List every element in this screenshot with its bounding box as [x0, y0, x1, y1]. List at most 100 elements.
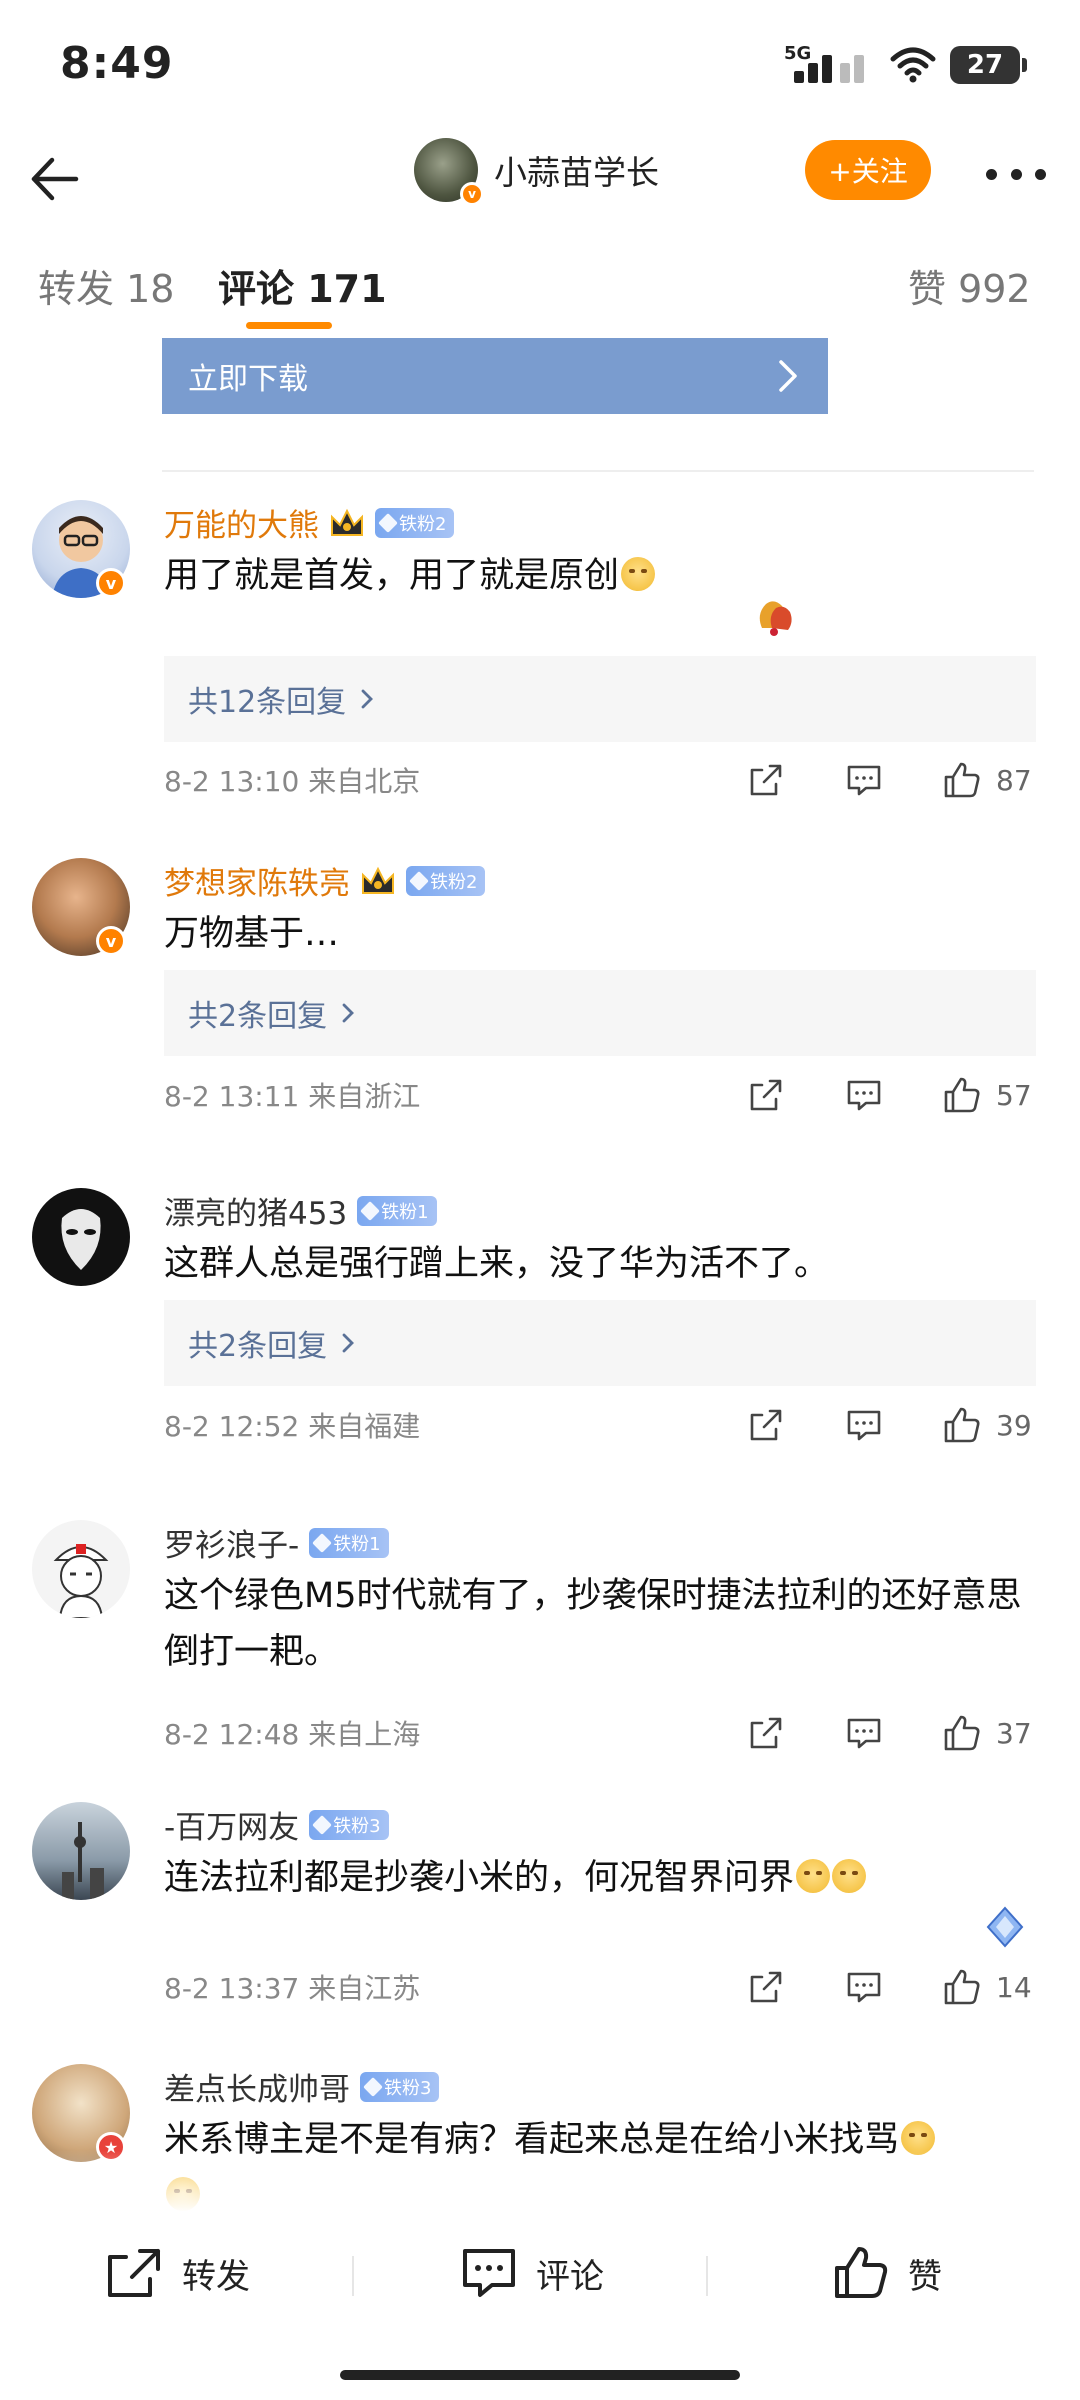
comment-item: v 万能的大熊 铁粉2 用了就是首发，用了就是原创 共12条回复 8-2 13:… — [0, 500, 1080, 820]
share-icon[interactable] — [746, 1713, 786, 1753]
gem-icon — [312, 1532, 333, 1553]
divider — [706, 2256, 708, 2296]
tab-repost[interactable]: 转发 18 — [38, 258, 174, 313]
signal-icon: 5G — [784, 43, 876, 87]
banner-label: 立即下载 — [188, 362, 308, 397]
comment-text: 这群人总是强行蹭上来，没了华为活不了。 — [164, 1244, 830, 1284]
comment-actions: 87 — [688, 755, 1036, 805]
author-avatar[interactable]: v — [414, 138, 484, 206]
comment-time-location: 8-2 13:11 来自浙江 — [164, 1080, 421, 1113]
comment-actions: 39 — [688, 1400, 1036, 1450]
share-icon[interactable] — [746, 1075, 786, 1115]
verified-icon: v — [460, 182, 484, 206]
fan-badge: 铁粉3 — [309, 1809, 389, 1840]
share-icon[interactable] — [746, 760, 786, 800]
battery-icon: 27 — [950, 46, 1027, 84]
comment-text: 连法拉利都是抄袭小米的，何况智界问界 — [164, 1850, 1044, 1906]
active-tab-indicator — [246, 322, 332, 329]
doge-emoji-icon — [621, 557, 656, 591]
replies-link[interactable]: 共2条回复 — [164, 970, 1036, 1056]
like-count: 87 — [996, 763, 1032, 797]
comment-username[interactable]: 万能的大熊 — [164, 500, 319, 545]
gem-icon — [409, 870, 429, 891]
like-icon[interactable] — [942, 1075, 982, 1115]
gem-icon — [363, 2076, 383, 2097]
comment-item: 漂亮的猪453 铁粉1 这群人总是强行蹭上来，没了华为活不了。 共2条回复 8-… — [0, 1188, 1080, 1488]
fan-badge: 铁粉2 — [375, 507, 455, 538]
comment-text: 用了就是首发，用了就是原创 — [164, 548, 1044, 604]
comment-icon[interactable] — [844, 1405, 884, 1445]
status-time: 8:49 — [60, 38, 174, 89]
comment-meta: 8-2 13:10 来自北京 87 — [164, 755, 1036, 805]
user-avatar[interactable] — [32, 1188, 130, 1286]
verified-icon: v — [96, 926, 126, 956]
status-bar: 8:49 5G 27 — [0, 0, 1080, 130]
like-count: 57 — [996, 1078, 1032, 1112]
chevron-right-icon — [342, 1333, 355, 1353]
like-icon[interactable] — [942, 1405, 982, 1445]
repost-button[interactable]: 转发 — [104, 2238, 250, 2308]
repost-label: 转发 — [182, 2256, 250, 2297]
comment-icon[interactable] — [844, 1967, 884, 2007]
status-icons: 5G 27 — [784, 40, 1027, 90]
comment-meta: 8-2 12:48 来自上海 37 — [164, 1708, 1036, 1758]
comment-author-row: 漂亮的猪453 铁粉1 — [164, 1188, 437, 1233]
home-indicator[interactable] — [340, 2370, 740, 2380]
comment-actions: 57 — [688, 1070, 1036, 1120]
crown-icon — [362, 866, 394, 894]
comment-username[interactable]: 差点长成帅哥 — [164, 2064, 350, 2109]
replies-link[interactable]: 共12条回复 — [164, 656, 1036, 742]
post-header: v 小蒜苗学长 +关注 — [0, 130, 1080, 230]
back-arrow-icon[interactable] — [24, 144, 94, 214]
comment-text: 这个绿色M5时代就有了，抄袭保时捷法拉利的还好意思倒打一耙。 — [164, 1576, 1022, 1672]
more-options-icon[interactable] — [986, 154, 1046, 194]
verified-icon: v — [96, 568, 126, 598]
share-icon — [108, 2249, 160, 2297]
post-tabs: 转发 18 评论 171 赞 992 — [0, 240, 1080, 340]
tab-likes[interactable]: 赞 992 — [908, 258, 1031, 313]
like-icon[interactable] — [942, 760, 982, 800]
download-banner[interactable]: 立即下载 — [162, 338, 828, 414]
comment-icon[interactable] — [844, 1075, 884, 1115]
comment-icon[interactable] — [844, 760, 884, 800]
like-count: 14 — [996, 1970, 1032, 2004]
like-icon[interactable] — [942, 1713, 982, 1753]
gem-icon — [360, 1200, 381, 1221]
author-info[interactable]: v 小蒜苗学长 — [414, 138, 659, 206]
comment-author-row: 万能的大熊 铁粉2 — [164, 500, 455, 545]
doge-emoji-icon — [796, 1859, 831, 1893]
like-count: 39 — [996, 1408, 1032, 1442]
like-count: 37 — [996, 1716, 1032, 1750]
comment-time-location: 8-2 13:10 来自北京 — [164, 765, 421, 798]
author-name[interactable]: 小蒜苗学长 — [494, 146, 659, 194]
follow-button[interactable]: +关注 — [805, 140, 931, 200]
comment-time-location: 8-2 12:48 来自上海 — [164, 1718, 421, 1751]
bell-decoration-icon — [759, 601, 792, 636]
share-icon[interactable] — [746, 1967, 786, 2007]
fan-badge: 铁粉2 — [406, 865, 486, 896]
comment-icon[interactable] — [844, 1713, 884, 1753]
fan-badge: 铁粉1 — [309, 1527, 389, 1558]
comment-meta: 8-2 12:52 来自福建 39 — [164, 1400, 1036, 1450]
replies-count: 共2条回复 — [188, 999, 328, 1034]
replies-count: 共2条回复 — [188, 1329, 328, 1364]
tab-comments[interactable]: 评论 171 — [218, 258, 387, 313]
gem-icon — [312, 1814, 333, 1835]
like-icon[interactable] — [942, 1967, 982, 2007]
replies-count: 共12条回复 — [188, 685, 347, 720]
comment-username[interactable]: -百万网友 — [164, 1802, 299, 1847]
comment-item: v 梦想家陈轶亮 铁粉2 万物基于… 共2条回复 8-2 13:11 来自浙江 … — [0, 858, 1080, 1158]
like-button[interactable]: 赞 — [832, 2238, 942, 2308]
user-avatar[interactable] — [32, 1802, 130, 1900]
comment-username[interactable]: 罗衫浪子- — [164, 1520, 299, 1565]
fan-badge: 铁粉3 — [360, 2071, 440, 2102]
share-icon[interactable] — [746, 1405, 786, 1445]
comment-meta: 8-2 13:37 来自江苏 14 — [164, 1962, 1036, 2012]
comment-author-row: 差点长成帅哥 铁粉3 — [164, 2064, 440, 2109]
comment-username[interactable]: 漂亮的猪453 — [164, 1188, 347, 1233]
comment-username[interactable]: 梦想家陈轶亮 — [164, 858, 350, 903]
replies-link[interactable]: 共2条回复 — [164, 1300, 1036, 1386]
weibo-comment-page: 8:49 5G 27 v 小蒜苗学长 +关注 转发 18 评论 171 赞 99… — [0, 0, 1080, 2400]
user-avatar[interactable] — [32, 1520, 130, 1618]
comment-button[interactable]: 评论 — [460, 2238, 604, 2308]
